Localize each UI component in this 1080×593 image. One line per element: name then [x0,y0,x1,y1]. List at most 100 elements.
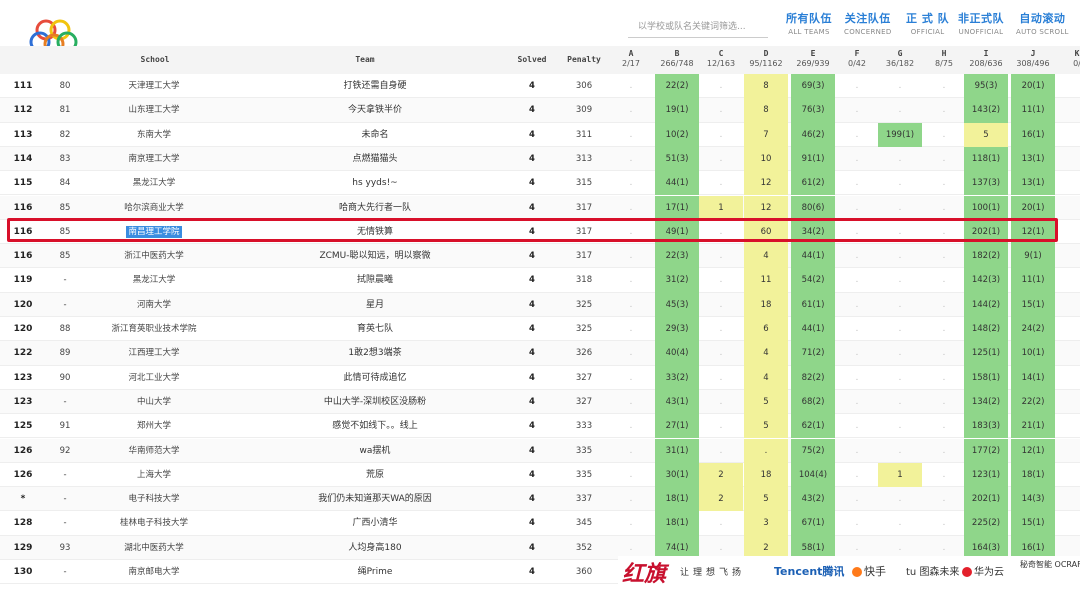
problem-cell-j: 21(1) [1011,414,1055,439]
problem-cell-c: . [719,348,723,359]
header-problem-a[interactable]: A 2/17 [609,49,653,73]
search-input[interactable]: 以学校或队名关键词筛选... [628,12,768,38]
official-rank-cell: - [63,275,67,286]
official-rank-cell: 83 [59,153,71,164]
problem-cell-a: . [629,348,633,359]
problem-cell-c: . [719,299,723,310]
penalty-cell: 337 [575,494,593,505]
solved-cell: 4 [529,178,535,189]
table-row[interactable]: 122 89 江西理工大学 1敢2想3端茶 4 326. 40(4). 4 71(2)... 12… [0,341,1080,366]
table-row[interactable]: 116 85 南昌理工学院 无情铁算 4 317. 49(1). 60 34(2)... 202(… [0,219,1080,245]
header-problem-e[interactable]: E 269/939 [791,49,835,73]
problem-cell-f: . [855,324,859,334]
official-rank-cell: 84 [59,178,71,189]
filter-official[interactable]: 正 式 队 OFFICIAL [906,10,949,36]
table-row[interactable]: 119 - 黑龙江大学 拭隙晨曦 4 318. 31(2). 11 54(2)... 142(3)… [0,268,1080,293]
team-cell: ZCMU-聪以知远，明以察微 [319,251,431,262]
problem-cell-d: 8 [744,74,788,99]
problem-cell-e: 44(1) [791,317,835,342]
problem-cell-c: . [719,396,723,407]
table-row[interactable]: 126 92 华南师范大学 wa摆机 4 335. 31(1).. 75(2)... 177(2… [0,438,1080,463]
problem-cell-a: . [629,372,633,383]
table-row[interactable]: 112 81 山东理工大学 今天拿铁半价 4 309. 19(1). 8 76(3)... 143… [0,98,1080,123]
table-row[interactable]: 111 80 天津理工大学 打铁还需自身硬 4 306. 22(2). 8 69(3)... 95… [0,74,1080,99]
problem-cell-a: . [629,153,633,164]
team-cell: 荒原 [365,469,384,480]
header-problem-g[interactable]: G 36/182 [878,49,922,73]
header-problem-i[interactable]: I 208/636 [964,49,1008,73]
team-cell: 育英七队 [356,324,393,334]
header-school[interactable]: School [120,46,190,74]
problem-letter: G [897,49,903,58]
rank-cell: 115 [13,178,33,189]
header-problem-f[interactable]: F 0/42 [835,49,879,73]
header-team[interactable]: Team [330,46,400,74]
problem-letter: B [674,49,680,58]
filter-unofficial[interactable]: 非正式队 UNOFFICIAL [958,10,1004,36]
school-cell: 黑龙江大学 [132,178,176,189]
problem-cell-f: . [855,421,859,432]
filter-all-teams[interactable]: 所有队伍 ALL TEAMS [786,10,832,36]
table-row[interactable]: * - 电子科技大学 我们仍未知道那天WA的原因 4 337. 18(1) 2 5 43(2)..… [0,487,1080,512]
table-row[interactable]: 123 - 中山大学 中山大学-深圳校区没肠粉 4 327. 43(1). 5 68(2)...… [0,389,1080,415]
problem-cell-e: 54(2) [791,268,835,293]
header-problem-b[interactable]: B 266/748 [655,49,699,73]
problem-cell-i: 148(2) [964,317,1008,342]
header-problem-d[interactable]: D 95/1162 [744,49,788,73]
problem-cell-e: 46(2) [791,122,835,147]
problem-cell-i: 202(1) [964,487,1008,512]
school-cell: 浙江育英职业技术学院 [111,324,197,334]
rank-cell: 126 [13,469,33,480]
school-cell: 华南师范大学 [128,445,180,456]
solved-cell: 4 [529,494,535,505]
team-cell: 拭隙晨曦 [356,275,393,286]
table-row[interactable]: 116 85 浙江中医药大学 ZCMU-聪以知远，明以察微 4 317. 22(3). 4 44… [0,244,1080,269]
table-row[interactable]: 128 - 桂林电子科技大学 广西小清华 4 345. 18(1). 3 67(1)... 225… [0,511,1080,536]
team-cell: 感觉不如线下。。线上 [332,421,418,432]
problem-cell-b: 22(2) [655,74,699,99]
problem-cell-i: 144(2) [964,292,1008,317]
table-row[interactable]: 125 91 郑州大学 感觉不如线下。。线上 4 333. 27(1). 5 62(1)... 1… [0,414,1080,439]
rank-cell: 126 [13,445,33,456]
header-solved[interactable]: Solved [510,46,554,74]
school-cell: 湖北中医药大学 [124,542,184,553]
problem-cell-h: . [942,372,946,383]
problem-cell-g: . [898,445,902,456]
problem-cell-a: . [629,518,633,529]
solved-cell: 4 [529,372,535,383]
table-row[interactable]: 120 88 浙江育英职业技术学院 育英七队 4 325. 29(3). 6 44(1)... 1… [0,317,1080,342]
header-problem-c[interactable]: C 12/163 [699,49,743,73]
table-row[interactable]: 126 - 上海大学 荒原 4 335. 30(1) 2 18 104(4). 1. 123(1) 18… [0,462,1080,488]
filter-auto-scroll[interactable]: 自动滚动 AUTO SCROLL [1016,10,1069,36]
header-problem-j[interactable]: J 308/496 [1011,49,1055,73]
problem-cell-h: . [942,299,946,310]
table-header: School Team Solved Penalty A 2/17 B 266/748… [0,46,1080,74]
table-row[interactable]: 123 90 河北工业大学 此情可待成追忆 4 327. 33(2). 4 82(2)... 15… [0,365,1080,390]
penalty-cell: 325 [575,324,593,334]
problem-letter: A [628,49,634,58]
problem-cell-b: 44(1) [655,171,699,196]
header-problem-h[interactable]: H 8/75 [922,49,966,73]
problem-stat: 0/ [1073,59,1080,68]
problem-cell-d: 18 [744,462,788,488]
problem-cell-b: 19(1) [655,98,699,123]
problem-cell-e: 71(2) [791,341,835,366]
header-penalty[interactable]: Penalty [560,46,608,74]
solved-cell: 4 [529,81,535,91]
penalty-cell: 345 [575,518,593,529]
problem-cell-e: 91(1) [791,146,835,172]
table-row[interactable]: 120 - 河南大学 星月 4 325. 45(3). 18 61(1)... 144(2) 15(… [0,292,1080,317]
problem-cell-h: . [942,469,946,480]
problem-cell-i: 118(1) [964,146,1008,172]
rank-cell: * [20,494,26,505]
problem-cell-f: . [855,494,859,505]
table-row[interactable]: 113 82 东南大学 未命名 4 311. 10(2). 7 46(2). 199(1). 5 16… [0,122,1080,147]
penalty-cell: 311 [575,129,593,140]
filter-concerned[interactable]: 关注队伍 CONCERNED [844,10,892,36]
header-problem-k[interactable]: K0/ [1055,49,1080,73]
table-row[interactable]: 115 84 黑龙江大学 hs yyds!~ 4 315. 44(1). 12 61(2)...… [0,171,1080,196]
problem-cell-h: . [942,105,946,116]
table-row[interactable]: 114 83 南京理工大学 点燃猫猫头 4 313. 51(3). 10 91(1)... 118… [0,146,1080,172]
problem-cell-d: 5 [744,389,788,415]
table-row[interactable]: 116 85 哈尔滨商业大学 哈商大先行者一队 4 317. 17(1) 1 12 80(6)..… [0,195,1080,220]
